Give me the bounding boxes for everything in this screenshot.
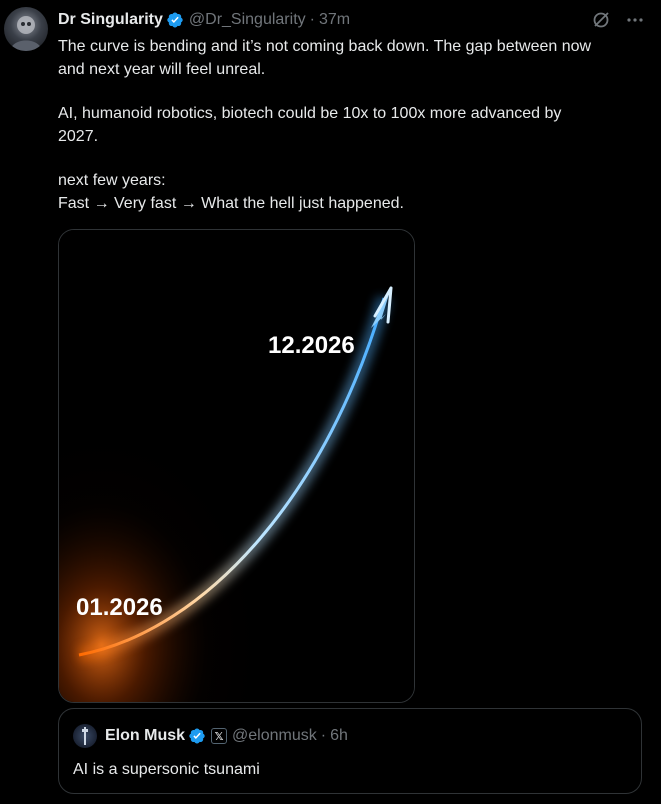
more-icon[interactable] bbox=[625, 10, 645, 30]
tweet-line: 2027. bbox=[58, 127, 99, 145]
verified-badge-icon bbox=[189, 728, 205, 744]
tweet-header: Dr Singularity @Dr_Singularity · 37m bbox=[58, 9, 645, 31]
author-name[interactable]: Dr Singularity bbox=[58, 10, 163, 30]
quoted-tweet[interactable]: Elon Musk 𝕏 @elonmusk · 6h AI is a super… bbox=[58, 708, 642, 794]
author-handle[interactable]: @Dr_Singularity bbox=[189, 10, 306, 30]
tweet-image[interactable]: 12.2026 01.2026 bbox=[58, 229, 415, 703]
tweet-text: The curve is bending and it’s not coming… bbox=[58, 36, 638, 215]
tweet-line: The curve is bending and it’s not coming… bbox=[58, 38, 592, 55]
tweet[interactable]: Dr Singularity @Dr_Singularity · 37m The… bbox=[0, 0, 661, 804]
avatar[interactable] bbox=[4, 7, 48, 51]
quoted-author-name: Elon Musk bbox=[105, 727, 186, 744]
label-start: 01.2026 bbox=[76, 594, 163, 621]
quoted-header: Elon Musk 𝕏 @elonmusk · 6h bbox=[73, 724, 348, 748]
tweet-line: Fast → Very fast → What the hell just ha… bbox=[58, 194, 404, 212]
quoted-avatar bbox=[73, 724, 97, 748]
quoted-timestamp: 6h bbox=[330, 727, 348, 744]
verified-badge-icon bbox=[167, 12, 183, 28]
affiliate-badge-icon: 𝕏 bbox=[211, 728, 228, 744]
label-end: 12.2026 bbox=[268, 332, 355, 359]
timestamp[interactable]: 37m bbox=[319, 10, 350, 30]
tweet-line: and next year will feel unreal. bbox=[58, 60, 266, 78]
separator: · bbox=[309, 11, 315, 28]
separator: · bbox=[320, 727, 327, 744]
tweet-line: next few years: bbox=[58, 172, 166, 189]
tweet-line: AI, humanoid robotics, biotech could be … bbox=[58, 105, 562, 122]
grok-icon[interactable] bbox=[591, 10, 611, 30]
quoted-author-handle: @elonmusk bbox=[232, 727, 317, 744]
quoted-text: AI is a supersonic tsunami bbox=[73, 761, 260, 778]
